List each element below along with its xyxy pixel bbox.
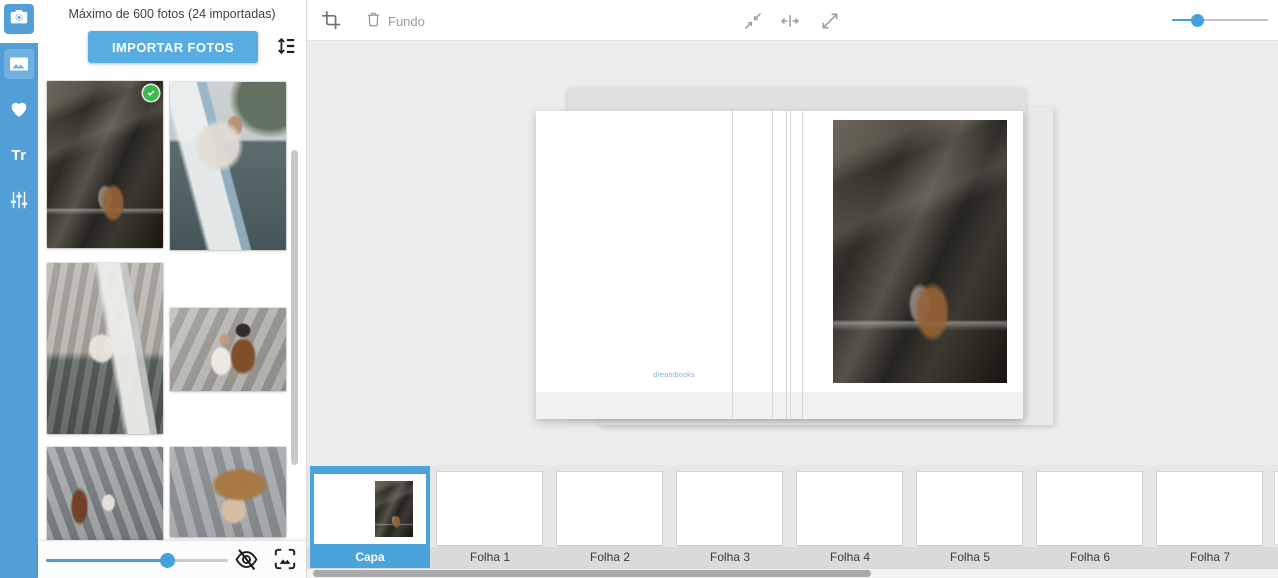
tune-icon <box>4 185 34 215</box>
library-photo-couple[interactable] <box>170 308 286 391</box>
camera-tool-button[interactable] <box>4 4 34 34</box>
page-item-folha-2[interactable]: Folha 2 <box>550 466 670 568</box>
photo-panel-bottom-bar <box>38 540 306 578</box>
photo-panel-scrollbar[interactable] <box>291 150 298 465</box>
line-spacing-icon <box>275 45 297 60</box>
text-icon-label: Tr <box>11 147 26 164</box>
background-button-label: Fundo <box>388 14 425 29</box>
page-item-folha-5[interactable]: Folha 5 <box>910 466 1030 568</box>
photobook-editor: Tr Máximo de 600 fotos (24 importadas) I… <box>0 0 1278 578</box>
page-label: Folha 5 <box>910 550 1030 564</box>
collapse-diagonal-icon <box>743 19 763 34</box>
photos-icon <box>4 49 34 79</box>
left-rail: Tr <box>0 0 38 578</box>
page-thumbnail <box>1037 472 1142 545</box>
page-item-folha-1[interactable]: Folha 1 <box>430 466 550 568</box>
page-label: Capa <box>310 550 430 564</box>
sort-photos-button[interactable] <box>274 35 298 59</box>
page-label: Folha 7 <box>1150 550 1270 564</box>
slider-fill <box>46 559 168 562</box>
photo-count-label: Máximo de 600 fotos (24 importadas) <box>38 7 306 21</box>
spine-guide-line <box>786 111 787 419</box>
camera-icon <box>8 6 30 33</box>
eye-off-icon <box>234 560 259 575</box>
spine-guide-line <box>772 111 773 419</box>
crop-icon <box>321 18 341 33</box>
fit-collapse-button[interactable] <box>743 11 763 34</box>
library-photo-boat[interactable] <box>47 263 163 434</box>
library-photo-cave[interactable] <box>47 81 163 248</box>
spine-guide-line <box>732 111 733 419</box>
page-item-folha-6[interactable]: Folha 6 <box>1030 466 1150 568</box>
heart-icon <box>4 94 34 124</box>
sidebar: Tr <box>0 43 38 578</box>
dreambooks-logo: dreambooks <box>634 372 714 379</box>
library-photo-canoe[interactable] <box>170 82 286 250</box>
page-label: Folha 6 <box>1030 550 1150 564</box>
slider-knob[interactable] <box>1191 14 1204 27</box>
library-photo-hat[interactable] <box>170 447 286 537</box>
background-button[interactable]: Fundo <box>365 9 425 33</box>
photo-library-panel: Máximo de 600 fotos (24 importadas) IMPO… <box>38 0 307 578</box>
hide-used-photos-button[interactable] <box>234 547 259 575</box>
capa-thumbnail-photo <box>375 481 413 537</box>
page-thumbnail <box>314 474 426 544</box>
import-photos-button[interactable]: IMPORTAR FOTOS <box>88 31 258 63</box>
page-thumbnail <box>1157 472 1262 545</box>
thumbnail-size-slider[interactable] <box>46 551 228 569</box>
frame-image-icon <box>272 560 298 575</box>
photo-used-badge <box>143 85 159 101</box>
page-label: Folha 4 <box>790 550 910 564</box>
page-thumbnail <box>917 472 1022 545</box>
sidebar-item-adjustments[interactable] <box>0 181 38 219</box>
page-item-folha-7[interactable]: Folha 7 <box>1150 466 1270 568</box>
page-label: Folha 1 <box>430 550 550 564</box>
editor-toolbar: Fundo <box>307 0 1278 41</box>
sidebar-item-photos[interactable] <box>0 45 38 83</box>
page-item-capa[interactable]: Capa <box>310 466 430 568</box>
page-thumbnail <box>677 472 782 545</box>
filmstrip-scrollbar-thumb[interactable] <box>313 570 871 577</box>
page-thumbnail <box>557 472 662 545</box>
front-cover-photo[interactable] <box>833 120 1007 383</box>
text-icon: Tr <box>4 140 34 170</box>
page-label: Folha 3 <box>670 550 790 564</box>
expand-diagonal-icon <box>820 19 840 34</box>
library-photo-rocks[interactable] <box>47 447 163 543</box>
page-thumbnail <box>797 472 902 545</box>
fit-width-button[interactable] <box>780 11 800 34</box>
editor-canvas[interactable]: dreambooks <box>307 41 1278 465</box>
crop-button[interactable] <box>321 10 341 33</box>
expand-horizontal-icon <box>780 19 800 34</box>
page-label: Folha 2 <box>550 550 670 564</box>
spine-guide-line <box>802 111 803 419</box>
cover-spread[interactable]: dreambooks <box>536 111 1023 419</box>
page-thumbnail <box>437 472 542 545</box>
fit-expand-button[interactable] <box>820 11 840 34</box>
trash-icon <box>365 11 382 31</box>
page-item-folha-3[interactable]: Folha 3 <box>670 466 790 568</box>
spine-guide-line <box>790 111 791 419</box>
slider-knob[interactable] <box>160 553 175 568</box>
sidebar-item-favorites[interactable] <box>0 90 38 128</box>
sidebar-item-text[interactable]: Tr <box>0 136 38 174</box>
page-item-folha-4[interactable]: Folha 4 <box>790 466 910 568</box>
canvas-zoom-slider[interactable] <box>1172 11 1268 29</box>
autofill-frame-button[interactable] <box>272 546 298 575</box>
pages-filmstrip: Capa Folha 1 Folha 2 Folha 3 Folha 4 Fol… <box>307 465 1278 578</box>
filmstrip-scrollbar <box>307 568 1278 578</box>
